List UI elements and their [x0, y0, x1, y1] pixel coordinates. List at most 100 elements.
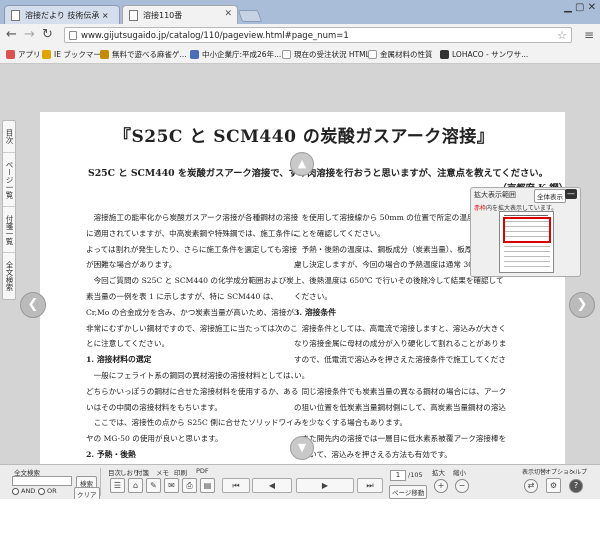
- zoom-panel-title: 拡大表示範囲: [474, 191, 516, 199]
- star-icon[interactable]: ☆: [557, 29, 567, 42]
- bookmark-apps[interactable]: アプリ: [6, 49, 41, 60]
- bookmark-label: 中小企業庁:平成26年...: [202, 50, 282, 59]
- thumb-line: [504, 246, 550, 247]
- address-bar-row: ← → ↻ www.gijutsugaido.jp/catalog/110/pa…: [0, 24, 600, 46]
- menu-icon[interactable]: ≡: [584, 28, 594, 42]
- zoom-range-panel: 拡大表示範囲 全体表示 — 赤枠内を拡大表示しています。: [470, 187, 581, 277]
- next-page-arrow-icon[interactable]: ❯: [569, 292, 595, 318]
- browser-tab-2[interactable]: 溶接110番 ✕: [122, 5, 238, 24]
- help-label: ヘルプ: [569, 469, 588, 476]
- search-input[interactable]: [12, 476, 72, 486]
- bookmark-orders[interactable]: 現在の受注状況 HTML: [282, 49, 370, 60]
- page-icon: [282, 50, 291, 59]
- thumb-line: [504, 251, 550, 252]
- bookmark-metal[interactable]: 金属材料の性質: [368, 49, 433, 60]
- zoom-in-icon[interactable]: +: [434, 479, 448, 493]
- reload-icon[interactable]: ↻: [42, 28, 53, 42]
- contents-icon[interactable]: ☰: [110, 478, 125, 493]
- window-controls[interactable]: ▁ ▢ ✕: [564, 2, 596, 13]
- page-jump-button[interactable]: ページ移動: [389, 485, 428, 499]
- viewer-toolbar: 全文検索 AND OR 検索 クリア 目次 しおり 付箋 メモ 印刷 PDF ☰…: [0, 464, 600, 501]
- back-arrow-icon[interactable]: ←: [6, 28, 17, 42]
- tab-page-list[interactable]: ページ一覧: [3, 153, 15, 207]
- zoom-frame[interactable]: [503, 217, 551, 243]
- bookmark-chusho[interactable]: 中小企業庁:平成26年...: [190, 49, 281, 60]
- page-icon: [11, 10, 20, 21]
- page-total: /105: [408, 471, 423, 479]
- display-switch-label: 表示切替: [522, 469, 547, 476]
- tab-contents[interactable]: 目次: [3, 121, 15, 153]
- tab-sticky-list[interactable]: 付箋一覧: [3, 207, 15, 253]
- print-icon[interactable]: ⎙: [182, 478, 197, 493]
- lead-text: S25C と SCM440 を炭酸ガスアーク溶接で、すみ肉溶接を行おうと思います…: [88, 168, 548, 179]
- article-column-left: 溶接施工の能率化から炭酸ガスアーク溶接が各種鋼材の溶接に適用されていますが、中高…: [86, 210, 301, 464]
- thumb-line: [504, 256, 550, 257]
- page-info-icon: [69, 31, 77, 40]
- site-icon: [100, 50, 109, 59]
- pdf-icon[interactable]: ▤: [200, 478, 215, 493]
- page-icon: [129, 10, 138, 21]
- side-tabs: 目次 ページ一覧 付箋一覧 全文検索: [2, 120, 16, 300]
- page-title: 『S25C と SCM440 の炭酸ガスアーク溶接』: [114, 127, 495, 147]
- thumb-line: [504, 261, 550, 262]
- sticky-note-icon[interactable]: ✎: [146, 478, 161, 493]
- bookmark-label: LOHACO - サンワサ...: [452, 50, 529, 59]
- help-icon[interactable]: ?: [569, 479, 583, 493]
- first-page-button[interactable]: ⏮: [222, 478, 250, 493]
- scroll-down-arrow-icon[interactable]: ▼: [290, 436, 314, 460]
- display-switch-icon[interactable]: ⇄: [524, 479, 538, 493]
- bookmarks-bar: アプリ IE ブックマーク 無料で遊べる麻雀ゲ... 中小企業庁:平成26年..…: [0, 46, 600, 64]
- page-thumbnail[interactable]: [499, 211, 554, 273]
- bookmark-label: アプリ: [18, 50, 41, 59]
- prev-page-button[interactable]: ◀: [252, 478, 292, 493]
- tool-label-pdf: PDF: [196, 467, 209, 475]
- paragraph: 溶接条件としては、高電流で溶接しますと、溶込みが大きくなり溶接金属に母材の成分が…: [294, 323, 507, 380]
- zoom-out-label: 縮小: [453, 469, 466, 477]
- section-heading: 3. 溶接条件: [294, 307, 337, 317]
- paragraph: 一般にフェライト系の鋼同の異材溶接の溶接材料としては、どちらかいっぽうの鋼材に合…: [86, 370, 299, 412]
- page-number-input[interactable]: 1: [390, 470, 406, 481]
- tool-label-print: 印刷: [174, 469, 187, 477]
- bookmark-ie[interactable]: IE ブックマーク: [42, 49, 108, 60]
- or-radio[interactable]: [38, 488, 45, 495]
- bookmark-label: 現在の受注状況 HTML: [294, 50, 370, 59]
- last-page-button[interactable]: ⏭: [357, 478, 383, 493]
- zoom-in-label: 拡大: [432, 469, 445, 477]
- tool-label-memo: メモ: [156, 469, 169, 477]
- show-all-button[interactable]: 全体表示: [534, 189, 566, 203]
- bookmark-icon[interactable]: ⌂: [128, 478, 143, 493]
- page-icon: [368, 50, 377, 59]
- red-frame-label: 赤枠: [474, 205, 487, 212]
- site-icon: [190, 50, 199, 59]
- next-page-button[interactable]: ▶: [296, 478, 354, 493]
- bookmark-lohaco[interactable]: LOHACO - サンワサ...: [440, 49, 528, 60]
- bookmark-mahjong[interactable]: 無料で遊べる麻雀ゲ...: [100, 49, 187, 60]
- forward-arrow-icon[interactable]: →: [24, 28, 35, 42]
- tab-fulltext-search[interactable]: 全文検索: [3, 253, 15, 299]
- ebook-viewer: 目次 ページ一覧 付箋一覧 全文検索 『S25C と SCM440 の炭酸ガスア…: [0, 64, 600, 464]
- zoom-out-icon[interactable]: −: [455, 479, 469, 493]
- site-icon: [440, 50, 449, 59]
- scroll-up-arrow-icon[interactable]: ▲: [290, 152, 314, 176]
- tab-title: 溶接だより 技術伝承 ×: [25, 11, 109, 20]
- or-label: OR: [47, 487, 57, 495]
- close-icon[interactable]: ✕: [224, 9, 232, 19]
- and-radio[interactable]: [12, 488, 19, 495]
- apps-icon: [6, 50, 15, 59]
- section-heading: 2. 予熱・後熱: [86, 449, 136, 459]
- paragraph: 同じ溶接条件でも炭素当量の異なる鋼材の場合には、アークの狙い位置を低炭素当量鋼材…: [294, 386, 507, 428]
- option-icon[interactable]: ⚙: [546, 478, 561, 493]
- divider: [100, 468, 101, 496]
- browser-tab-1[interactable]: 溶接だより 技術伝承 ×: [4, 5, 120, 24]
- paragraph: ここでは、溶接性の点から S25C 側に合せたソリッドワイヤの MG-50 の使…: [86, 418, 294, 444]
- browser-tab-strip: 溶接だより 技術伝承 × 溶接110番 ✕ ▁ ▢ ✕: [0, 0, 600, 24]
- blank-area: [0, 499, 600, 550]
- memo-icon[interactable]: ✉: [164, 478, 179, 493]
- tab-title: 溶接110番: [143, 11, 183, 20]
- minimize-button[interactable]: —: [565, 189, 577, 199]
- thumb-line: [504, 266, 550, 267]
- tool-label-sticky: 付箋: [136, 469, 149, 477]
- url-field[interactable]: www.gijutsugaido.jp/catalog/110/pageview…: [64, 27, 572, 43]
- new-tab-button[interactable]: [237, 10, 263, 22]
- prev-page-arrow-icon[interactable]: ❮: [20, 292, 46, 318]
